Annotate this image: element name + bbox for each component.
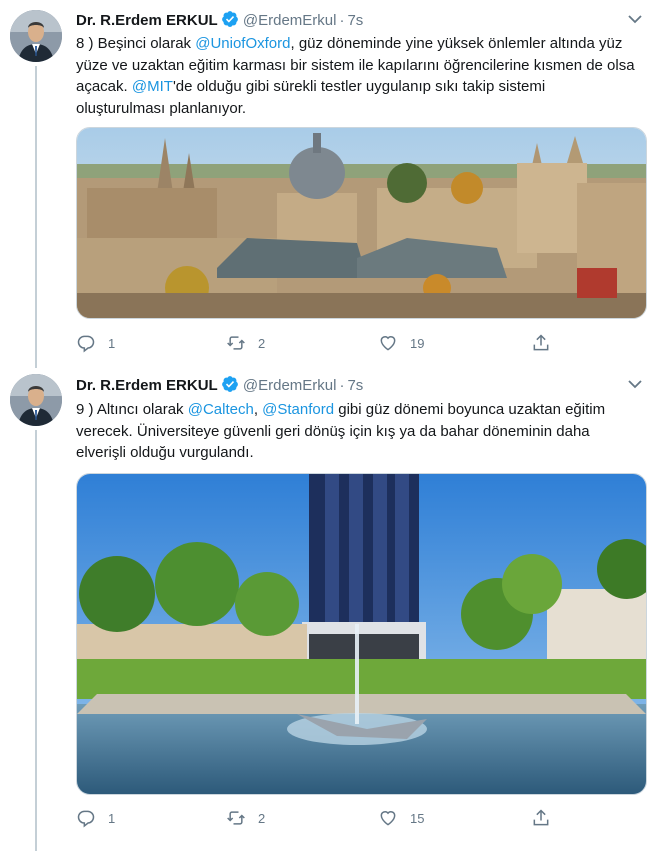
reply-count: 1 — [108, 810, 116, 826]
thread-connector-line — [35, 430, 37, 851]
tweet-header: Dr. R.Erdem ERKUL @ErdemErkul · 7s — [76, 10, 363, 30]
mention-link[interactable]: @UniofOxford — [195, 35, 290, 52]
separator-dot: · — [339, 377, 345, 394]
mention-link[interactable]: @Stanford — [262, 401, 334, 418]
retweet-icon — [227, 336, 245, 350]
timestamp[interactable]: 7s — [347, 12, 363, 29]
heart-icon — [380, 811, 396, 826]
tweet[interactable]: Dr. R.Erdem ERKUL @ErdemErkul · 7s 9 ) Alt… — [0, 358, 660, 851]
verified-badge-icon — [221, 375, 239, 397]
timestamp[interactable]: 7s — [347, 377, 363, 394]
thread-connector-line — [35, 66, 37, 360]
chevron-down-icon[interactable] — [626, 375, 644, 393]
retweet-count: 2 — [258, 335, 266, 351]
like-button[interactable]: 19 — [378, 331, 424, 355]
heart-icon — [380, 336, 396, 351]
tweet[interactable]: Dr. R.Erdem ERKUL @ErdemErkul · 7s 8 ) Beş… — [0, 0, 660, 360]
like-count: 15 — [410, 810, 425, 826]
reply-count: 1 — [108, 335, 116, 351]
thread-connector-line — [35, 358, 37, 368]
tweet-header: Dr. R.Erdem ERKUL @ErdemErkul · 7s — [76, 375, 363, 395]
chevron-down-icon[interactable] — [626, 10, 644, 28]
tweet-actions: 1 2 15 — [76, 806, 556, 830]
text-segment: 8 ) Beşinci olarak — [76, 35, 196, 52]
author-name[interactable]: Dr. R.Erdem ERKUL — [76, 377, 218, 394]
author-handle[interactable]: @ErdemErkul — [243, 12, 337, 29]
share-button[interactable] — [531, 331, 551, 355]
author-name[interactable]: Dr. R.Erdem ERKUL — [76, 12, 218, 29]
tweet-actions: 1 2 19 — [76, 331, 556, 355]
author-handle[interactable]: @ErdemErkul — [243, 377, 337, 394]
mention-link[interactable]: @MIT — [132, 78, 173, 95]
retweet-icon — [227, 811, 245, 825]
like-count: 19 — [410, 335, 425, 351]
mention-link[interactable]: @Caltech — [188, 401, 254, 418]
reply-button[interactable]: 1 — [76, 806, 115, 830]
verified-badge-icon — [221, 10, 239, 32]
avatar[interactable] — [10, 374, 62, 426]
share-icon — [533, 334, 549, 351]
tweet-text: 9 ) Altıncı olarak @Caltech, @Stanford g… — [76, 399, 636, 464]
text-segment: , — [253, 401, 263, 418]
separator-dot: · — [339, 12, 345, 29]
tweet-text: 8 ) Beşinci olarak @UniofOxford, güz dön… — [76, 33, 636, 119]
share-button[interactable] — [531, 806, 551, 830]
like-button[interactable]: 15 — [378, 806, 424, 830]
reply-icon — [77, 810, 95, 828]
tweet-image[interactable] — [76, 127, 647, 319]
reply-button[interactable]: 1 — [76, 331, 115, 355]
share-icon — [533, 809, 549, 826]
reply-icon — [77, 335, 95, 353]
retweet-button[interactable]: 2 — [226, 806, 265, 830]
text-segment: 9 ) Altıncı olarak — [76, 401, 188, 418]
avatar[interactable] — [10, 10, 62, 62]
retweet-count: 2 — [258, 810, 266, 826]
retweet-button[interactable]: 2 — [226, 331, 265, 355]
tweet-image[interactable] — [76, 473, 647, 795]
